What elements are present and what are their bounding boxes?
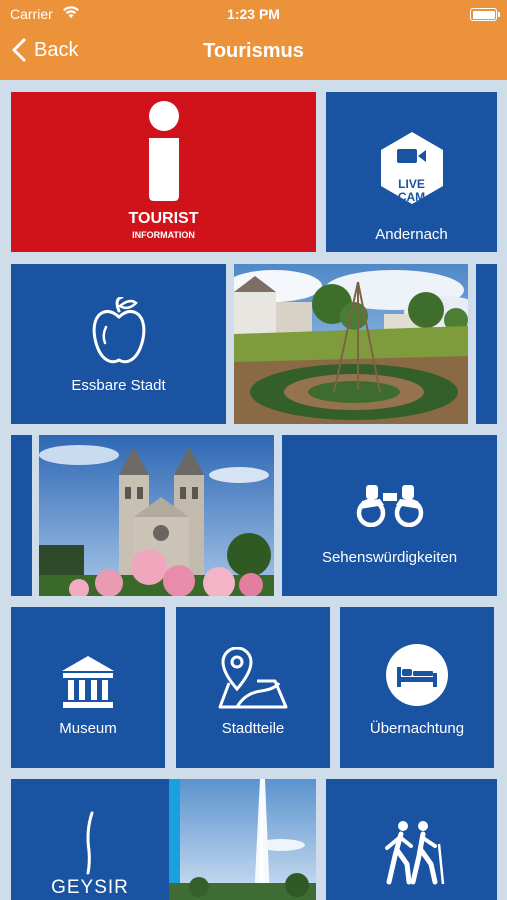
- stadtteile-tile[interactable]: Stadtteile: [176, 607, 330, 768]
- bed-icon: [385, 643, 449, 712]
- garden-photo[interactable]: [234, 264, 468, 424]
- row3-edge-tile[interactable]: [11, 435, 32, 596]
- essbare-stadt-tile[interactable]: Essbare Stadt: [11, 264, 226, 424]
- map-pin-icon: [217, 646, 289, 714]
- live-cam-badge-line1: LIVE: [398, 177, 425, 191]
- status-bar: Carrier 1:23 PM: [0, 5, 507, 25]
- tile-grid: TOURIST INFORMATION LIVE CAM Andernach E…: [0, 80, 507, 900]
- live-cam-tile[interactable]: LIVE CAM Andernach: [326, 92, 497, 252]
- sehenswuerdigkeiten-tile[interactable]: Sehenswürdigkeiten: [282, 435, 497, 596]
- museum-icon: [60, 655, 116, 714]
- church-photo[interactable]: [39, 435, 274, 596]
- uebernachtung-label: Übernachtung: [369, 720, 465, 737]
- tourist-info-line1: TOURIST: [128, 210, 199, 227]
- geysir-logo: [80, 811, 100, 880]
- row2-edge-tile[interactable]: [476, 264, 497, 424]
- binoculars-icon: [356, 483, 424, 532]
- sehenswuerdigkeiten-label: Sehenswürdigkeiten: [321, 549, 458, 566]
- hikers-icon: [377, 820, 447, 893]
- stadtteile-label: Stadtteile: [221, 720, 285, 737]
- live-cam-badge-line2: CAM: [397, 190, 426, 204]
- essbare-stadt-label: Essbare Stadt: [71, 377, 166, 394]
- nav-bar: Back Tourismus: [0, 35, 507, 69]
- page-title: Tourismus: [203, 40, 304, 62]
- apple-icon: [92, 295, 146, 370]
- geysir-logo-text: GEYSIR: [51, 877, 129, 898]
- live-cam-label: Andernach: [375, 226, 448, 243]
- info-icon: [144, 100, 184, 207]
- status-time: 1:23 PM: [227, 6, 280, 22]
- tourist-info-line2: INFORMATION: [132, 230, 195, 240]
- museum-tile[interactable]: Museum: [11, 607, 165, 768]
- geysir-tile[interactable]: GEYSIR: [11, 779, 169, 900]
- app-header: Carrier 1:23 PM Back Tourismus: [0, 0, 507, 80]
- geysir-photo[interactable]: [169, 779, 316, 900]
- uebernachtung-tile[interactable]: Übernachtung: [340, 607, 494, 768]
- museum-label: Museum: [59, 720, 117, 737]
- tourist-information-tile[interactable]: TOURIST INFORMATION: [11, 92, 316, 252]
- wandern-tile[interactable]: [326, 779, 497, 900]
- battery-icon: [470, 8, 500, 21]
